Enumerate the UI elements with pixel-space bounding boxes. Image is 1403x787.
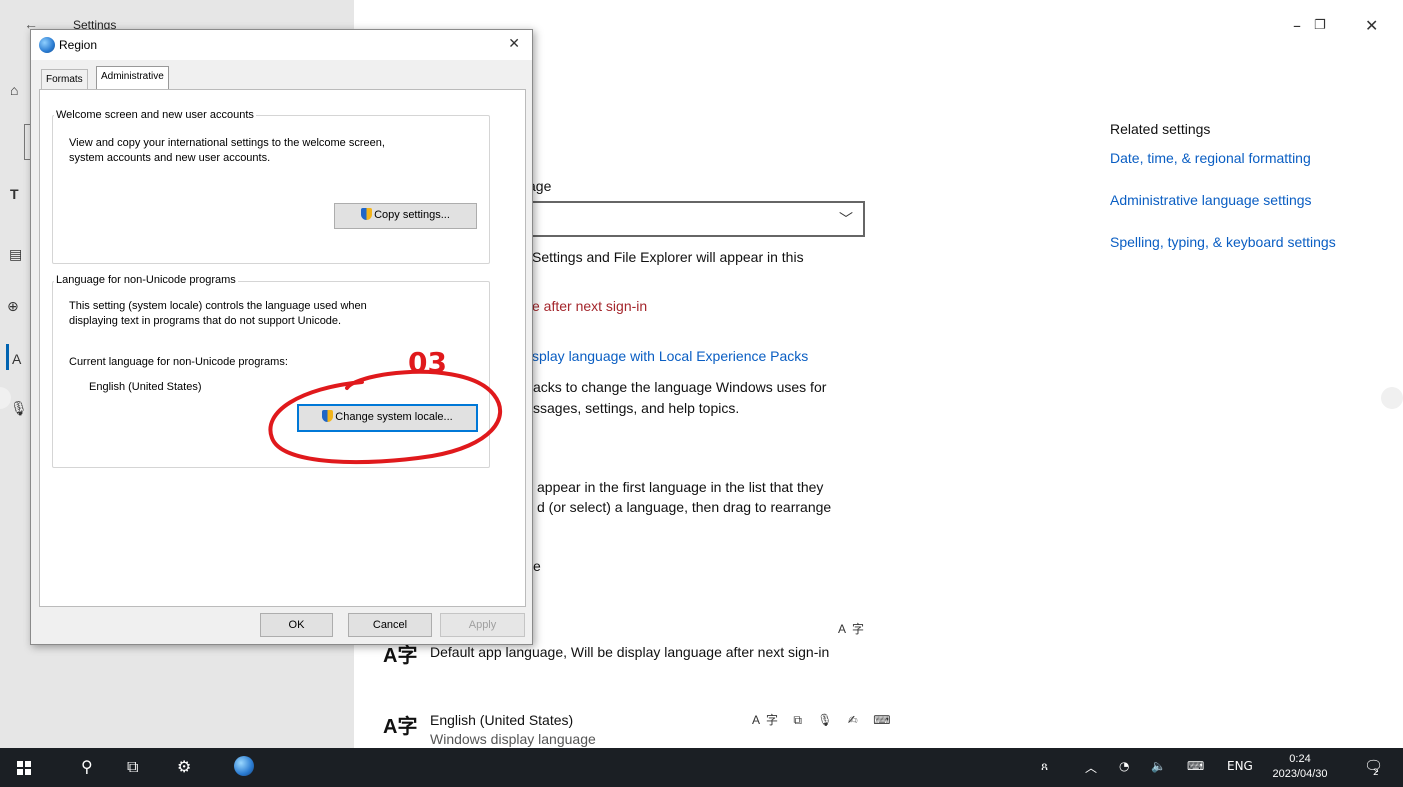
tab-administrative[interactable]: Administrative xyxy=(96,66,169,90)
restore-icon[interactable]: ❐ xyxy=(1314,18,1326,33)
language-entry-name[interactable]: English (United States) xyxy=(430,710,573,730)
language-features-icons: A字 ⧉ 🎙 ✍ ⌨ xyxy=(752,713,897,727)
clock-date: 2023/04/30 xyxy=(1272,768,1328,780)
copy-settings-label: Copy settings... xyxy=(374,209,450,221)
dialog-close-icon[interactable]: ✕ xyxy=(508,36,520,52)
administrative-panel: Welcome screen and new user accounts Vie… xyxy=(39,89,526,607)
volume-icon[interactable]: 🔈 xyxy=(1151,759,1166,773)
packs-description-line2: ssages, settings, and help topics. xyxy=(533,400,740,416)
uac-shield-icon xyxy=(361,208,373,220)
region-globe-icon[interactable] xyxy=(234,756,254,776)
settings-gear-icon[interactable]: ⚙ xyxy=(177,757,191,776)
home-icon[interactable]: ⌂ xyxy=(10,82,18,98)
welcome-description-line1: View and copy your international setting… xyxy=(69,137,385,149)
non-unicode-description-line1: This setting (system locale) controls th… xyxy=(69,300,367,312)
globe-icon xyxy=(39,37,55,53)
tab-formats[interactable]: Formats xyxy=(41,69,88,89)
display-language-feature-icon: A字 xyxy=(838,622,871,636)
welcome-screen-group-label: Welcome screen and new user accounts xyxy=(54,109,256,121)
language-entry-sub: Windows display language xyxy=(430,731,596,747)
right-edge-handle[interactable] xyxy=(1381,387,1403,409)
close-window-icon[interactable]: ✕ xyxy=(1365,16,1378,35)
notification-count: 2 xyxy=(1373,768,1379,778)
packs-description-line1: acks to change the language Windows uses… xyxy=(533,379,827,395)
related-settings-heading: Related settings xyxy=(1110,121,1211,137)
change-system-locale-button[interactable]: Change system locale... xyxy=(297,404,478,432)
current-language-label: Current language for non-Unicode program… xyxy=(69,356,288,368)
preferred-description-line1: appear in the first language in the list… xyxy=(537,479,824,495)
touch-keyboard-icon[interactable]: ⌨ xyxy=(1187,759,1204,773)
people-icon[interactable]: ጸ xyxy=(1041,759,1048,774)
language-icon[interactable]: A xyxy=(12,351,21,367)
chevron-down-icon: ﹀ xyxy=(839,211,853,227)
ok-button[interactable]: OK xyxy=(260,613,333,637)
welcome-description-line2: system accounts and new user accounts. xyxy=(69,152,271,164)
speech-icon[interactable]: 🎙 xyxy=(10,400,28,417)
local-experience-packs-link[interactable]: splay language with Local Experience Pac… xyxy=(532,348,808,364)
minimize-icon[interactable]: – xyxy=(1293,16,1301,35)
clock[interactable]: 0:24 2023/04/30 xyxy=(1266,752,1334,782)
uac-shield-icon xyxy=(322,410,334,422)
clock-time: 0:24 xyxy=(1289,753,1311,765)
current-language-value: English (United States) xyxy=(89,381,202,393)
chevron-up-icon[interactable]: ︿ xyxy=(1085,759,1097,776)
non-unicode-description-line2: displaying text in programs that do not … xyxy=(69,315,342,327)
copy-settings-button[interactable]: Copy settings... xyxy=(334,203,477,229)
cancel-button[interactable]: Cancel xyxy=(348,613,432,637)
start-button-windows-icon[interactable] xyxy=(17,761,31,775)
wifi-icon[interactable]: ◔ xyxy=(1119,759,1129,773)
display-language-dropdown[interactable]: ﹀ xyxy=(528,201,865,237)
dialog-titlebar[interactable]: Region ✕ xyxy=(31,30,532,60)
default-app-language-text: Default app language, Will be display la… xyxy=(430,644,830,660)
sign-in-warning: e after next sign-in xyxy=(532,298,648,314)
non-unicode-group-label: Language for non-Unicode programs xyxy=(54,274,238,286)
region-dialog: Region ✕ Formats Administrative Welcome … xyxy=(30,29,533,645)
preferred-heading-fragment: e xyxy=(533,558,541,574)
region-icon[interactable]: ⊕ xyxy=(7,298,19,315)
search-icon[interactable]: ⚲ xyxy=(81,757,93,776)
date-time-icon[interactable]: ▤ xyxy=(9,246,22,263)
link-administrative-language[interactable]: Administrative language settings xyxy=(1110,192,1312,208)
screen: ← Settings ⌂ T ▤ ⊕ A 🎙 – ❐ ✕ Related set… xyxy=(0,0,1403,787)
apply-button[interactable]: Apply xyxy=(440,613,525,637)
taskbar: ⚲ ⧉ ⚙ ጸ ︿ ◔ 🔈 ⌨ ENG 0:24 2023/04/30 🗨 2 xyxy=(0,748,1403,787)
language-entry-icon: A字 xyxy=(383,716,418,738)
change-system-locale-label: Change system locale... xyxy=(335,411,453,423)
preferred-description-line2: d (or select) a language, then drag to r… xyxy=(537,499,832,515)
input-language-indicator[interactable]: ENG xyxy=(1227,759,1253,773)
dialog-title: Region xyxy=(59,38,98,52)
selected-item-indicator xyxy=(6,344,9,370)
link-date-time-regional[interactable]: Date, time, & regional formatting xyxy=(1110,150,1311,166)
sidebar-heading-edge: T xyxy=(10,186,19,202)
display-language-description: Settings and File Explorer will appear i… xyxy=(532,249,804,265)
task-view-icon[interactable]: ⧉ xyxy=(127,757,138,777)
link-spelling-typing-keyboard[interactable]: Spelling, typing, & keyboard settings xyxy=(1110,234,1336,250)
